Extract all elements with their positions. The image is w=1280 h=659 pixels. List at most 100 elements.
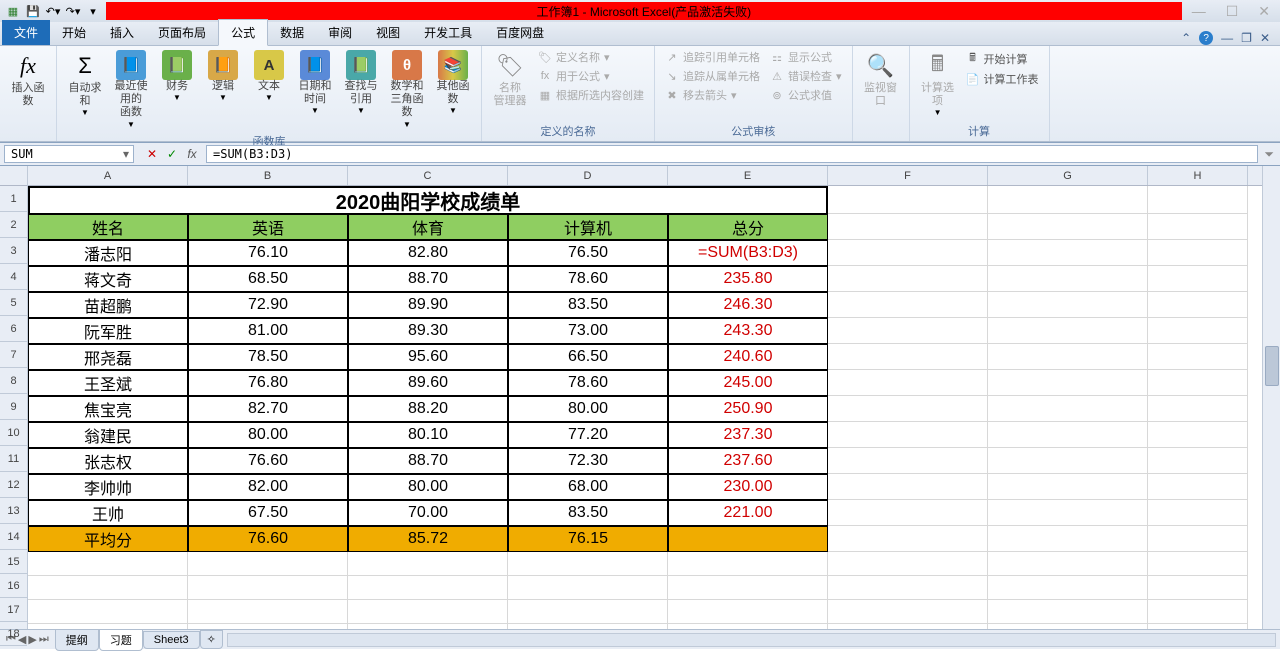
cell[interactable]: 237.30: [668, 422, 828, 448]
cell[interactable]: 68.50: [188, 266, 348, 292]
cell[interactable]: 95.60: [348, 344, 508, 370]
ribbon-minimize-icon[interactable]: ⌃: [1181, 31, 1191, 45]
cell[interactable]: [988, 474, 1148, 500]
cell[interactable]: [1148, 600, 1248, 624]
cell[interactable]: [1148, 318, 1248, 344]
cell[interactable]: [1148, 396, 1248, 422]
row-header[interactable]: 11: [0, 446, 27, 472]
tab-developer[interactable]: 开发工具: [412, 20, 484, 45]
redo-icon[interactable]: ↷▾: [64, 2, 82, 20]
cell[interactable]: 250.90: [668, 396, 828, 422]
cell[interactable]: [1148, 474, 1248, 500]
row-header[interactable]: 6: [0, 316, 27, 342]
cell[interactable]: 240.60: [668, 344, 828, 370]
cell[interactable]: [828, 500, 988, 526]
cell[interactable]: [668, 552, 828, 576]
cell[interactable]: [508, 576, 668, 600]
cell[interactable]: 翁建民: [28, 422, 188, 448]
fx-button[interactable]: fx: [184, 147, 200, 161]
name-box[interactable]: ▾: [4, 145, 134, 163]
show-formulas-button[interactable]: ⚏显示公式: [766, 48, 846, 66]
cell[interactable]: 88.70: [348, 266, 508, 292]
cell[interactable]: [188, 576, 348, 600]
close-button[interactable]: ✕: [1258, 3, 1270, 20]
text-button[interactable]: A文本▼: [247, 48, 291, 104]
cell[interactable]: [508, 600, 668, 624]
tab-file[interactable]: 文件: [2, 20, 50, 45]
other-button[interactable]: 📚其他函数▼: [431, 48, 475, 117]
cell[interactable]: [988, 552, 1148, 576]
row-header[interactable]: 8: [0, 368, 27, 394]
cell[interactable]: 王帅: [28, 500, 188, 526]
cell[interactable]: [988, 576, 1148, 600]
cell[interactable]: 80.00: [188, 422, 348, 448]
sheet-nav-next-icon[interactable]: ▶: [28, 633, 36, 646]
sheet-tab[interactable]: 习题: [99, 629, 143, 651]
cell[interactable]: [348, 600, 508, 624]
trace-dependents-button[interactable]: ↘追踪从属单元格: [661, 67, 764, 85]
cell[interactable]: [828, 186, 988, 214]
cell[interactable]: [828, 292, 988, 318]
tab-home[interactable]: 开始: [50, 20, 98, 45]
cell[interactable]: 82.80: [348, 240, 508, 266]
cancel-formula-button[interactable]: ✕: [144, 147, 160, 161]
cell[interactable]: 平均分: [28, 526, 188, 552]
cell[interactable]: =SUM(B3:D3): [668, 240, 828, 266]
cell[interactable]: 80.10: [348, 422, 508, 448]
cell[interactable]: 体育: [348, 214, 508, 240]
spreadsheet-grid[interactable]: 123456789101112131415161718 ABCDEFGH 202…: [0, 166, 1280, 629]
cell[interactable]: 82.70: [188, 396, 348, 422]
cell[interactable]: [988, 240, 1148, 266]
create-from-selection-button[interactable]: ▦根据所选内容创建: [534, 86, 648, 104]
cell[interactable]: 83.50: [508, 292, 668, 318]
math-button[interactable]: θ数学和 三角函数▼: [385, 48, 429, 131]
cell[interactable]: 总分: [668, 214, 828, 240]
lookup-button[interactable]: 📗查找与引用▼: [339, 48, 383, 117]
cell[interactable]: [28, 624, 188, 629]
cell[interactable]: 焦宝亮: [28, 396, 188, 422]
cell[interactable]: [188, 552, 348, 576]
row-header[interactable]: 16: [0, 574, 27, 598]
cell[interactable]: 82.00: [188, 474, 348, 500]
cell[interactable]: [828, 318, 988, 344]
financial-button[interactable]: 📗财务▼: [155, 48, 199, 104]
logical-button[interactable]: 📙逻辑▼: [201, 48, 245, 104]
column-header[interactable]: D: [508, 166, 668, 185]
cell[interactable]: [988, 186, 1148, 214]
tab-data[interactable]: 数据: [268, 20, 316, 45]
minimize-button[interactable]: —: [1192, 3, 1206, 20]
cell[interactable]: [988, 396, 1148, 422]
row-header[interactable]: 18: [0, 622, 27, 646]
cell[interactable]: [188, 600, 348, 624]
row-header[interactable]: 9: [0, 394, 27, 420]
cell[interactable]: 78.50: [188, 344, 348, 370]
cell[interactable]: [828, 624, 988, 629]
tab-insert[interactable]: 插入: [98, 20, 146, 45]
cell[interactable]: [828, 474, 988, 500]
column-header[interactable]: F: [828, 166, 988, 185]
cell[interactable]: 89.60: [348, 370, 508, 396]
cell[interactable]: 81.00: [188, 318, 348, 344]
cell[interactable]: [1148, 186, 1248, 214]
insert-function-button[interactable]: fx 插入函数: [6, 48, 50, 110]
tab-formulas[interactable]: 公式: [218, 19, 268, 46]
cell[interactable]: [1148, 624, 1248, 629]
cell[interactable]: [188, 624, 348, 629]
watch-window-button[interactable]: 🔍监视窗口: [859, 48, 903, 110]
date-button[interactable]: 📘日期和时间▼: [293, 48, 337, 117]
cell[interactable]: 英语: [188, 214, 348, 240]
cell[interactable]: [508, 624, 668, 629]
row-header[interactable]: 13: [0, 498, 27, 524]
cell[interactable]: 李帅帅: [28, 474, 188, 500]
calc-now-button[interactable]: 🖩开始计算: [962, 48, 1043, 69]
cell[interactable]: [348, 576, 508, 600]
use-in-formula-button[interactable]: fx用于公式 ▾: [534, 67, 648, 85]
cell[interactable]: 苗超鹏: [28, 292, 188, 318]
row-header[interactable]: 4: [0, 264, 27, 290]
row-header[interactable]: 10: [0, 420, 27, 446]
trace-precedents-button[interactable]: ↗追踪引用单元格: [661, 48, 764, 66]
cell[interactable]: 76.80: [188, 370, 348, 396]
cell[interactable]: [668, 600, 828, 624]
column-header[interactable]: B: [188, 166, 348, 185]
column-header[interactable]: E: [668, 166, 828, 185]
